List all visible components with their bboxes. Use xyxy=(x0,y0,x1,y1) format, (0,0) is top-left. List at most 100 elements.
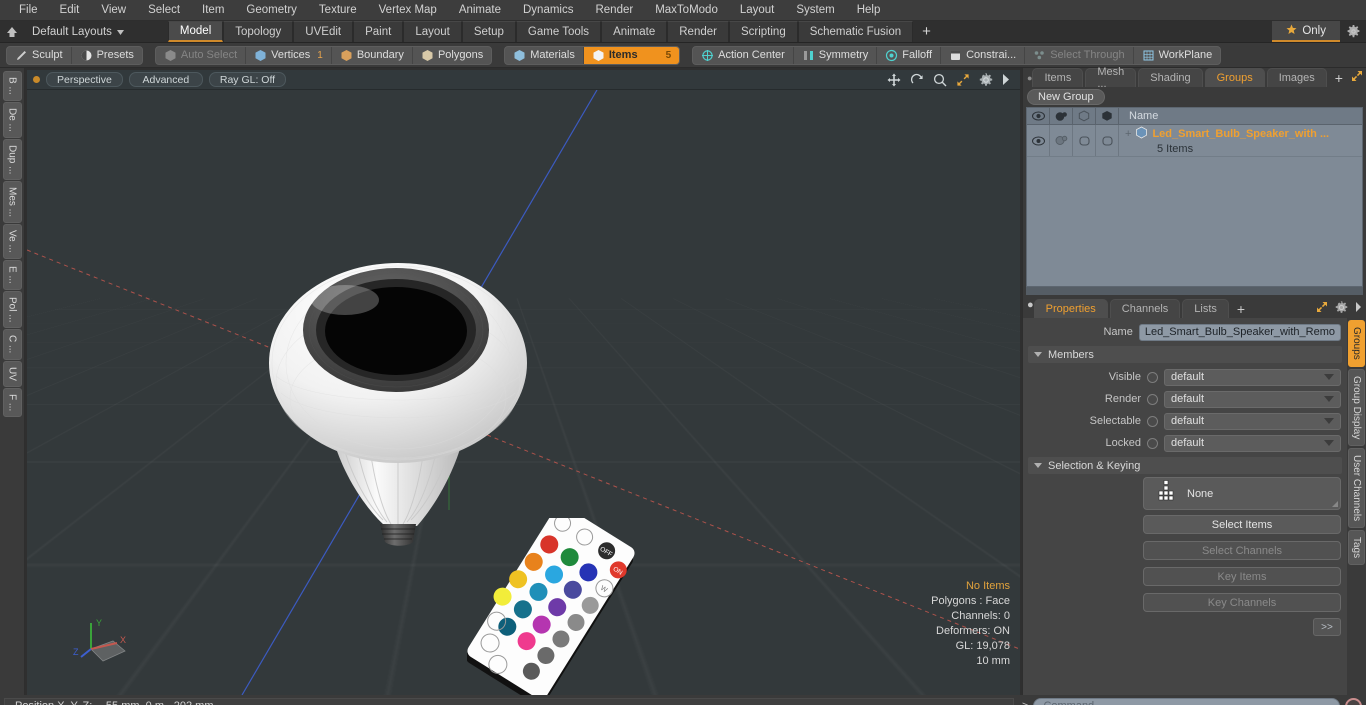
tab-setup[interactable]: Setup xyxy=(461,21,516,42)
menu-item-system[interactable]: System xyxy=(785,0,845,20)
selection-keying-section-header[interactable]: Selection & Keying xyxy=(1028,457,1342,474)
move-icon[interactable] xyxy=(887,73,901,87)
tab-channels[interactable]: Channels xyxy=(1109,299,1181,318)
items-button[interactable]: Items 5 xyxy=(583,46,680,64)
rotate-icon[interactable] xyxy=(910,73,924,87)
expander-icon[interactable]: + xyxy=(1125,128,1131,140)
left-tab-7[interactable]: C ... xyxy=(2,329,22,360)
constraint-button[interactable]: Constrai... xyxy=(941,46,1026,64)
menu-item-maxtomodo[interactable]: MaxToModo xyxy=(644,0,729,20)
panel-tab-groups[interactable]: Groups xyxy=(1204,68,1265,87)
cube-filled-icon[interactable] xyxy=(1096,108,1119,124)
tab-layout[interactable]: Layout xyxy=(403,21,462,42)
members-section-header[interactable]: Members xyxy=(1028,346,1342,363)
selection-picker[interactable]: None xyxy=(1143,477,1341,510)
right-tab-tags[interactable]: Tags xyxy=(1348,530,1365,566)
row-select-toggle[interactable] xyxy=(1073,125,1096,156)
select-items-button[interactable]: Select Items xyxy=(1143,515,1341,534)
selectable-override-toggle[interactable] xyxy=(1147,415,1158,427)
left-tab-4[interactable]: Ve ... xyxy=(2,224,22,259)
menu-item-dynamics[interactable]: Dynamics xyxy=(512,0,584,20)
polygons-button[interactable]: Polygons xyxy=(413,47,491,64)
tab-animate[interactable]: Animate xyxy=(601,21,668,42)
panel-tab-items[interactable]: Items xyxy=(1032,68,1084,87)
falloff-button[interactable]: Falloff xyxy=(877,46,942,64)
render-dropdown[interactable]: default xyxy=(1164,390,1341,408)
menu-item-file[interactable]: File xyxy=(8,0,49,20)
panel-tab-mesh[interactable]: Mesh ... xyxy=(1085,66,1137,90)
menu-item-texture[interactable]: Texture xyxy=(308,0,368,20)
menu-item-item[interactable]: Item xyxy=(191,0,235,20)
viewport-3d[interactable]: OFF ON W No Items Polygons: Face Channe… xyxy=(27,90,1020,695)
tab-model[interactable]: Model xyxy=(167,21,224,42)
properties-menu-icon[interactable]: ● xyxy=(1027,299,1034,318)
cube-outline-icon[interactable] xyxy=(1073,108,1096,124)
left-tab-6[interactable]: Pol ... xyxy=(2,290,22,329)
only-button[interactable]: Only xyxy=(1272,21,1340,42)
visible-dropdown[interactable]: default xyxy=(1164,368,1341,386)
panel-tab-images[interactable]: Images xyxy=(1266,68,1327,87)
viewport-raygl-toggle[interactable]: Ray GL: Off xyxy=(208,72,287,87)
tab-uvedit[interactable]: UVEdit xyxy=(293,21,354,42)
resize-corner-icon[interactable] xyxy=(1332,501,1338,507)
record-icon[interactable] xyxy=(1345,697,1362,705)
left-tab-2[interactable]: Dup ... xyxy=(2,138,22,181)
menu-item-vertex-map[interactable]: Vertex Map xyxy=(368,0,448,20)
right-tab-groups[interactable]: Groups xyxy=(1348,320,1365,367)
row-visible-toggle[interactable] xyxy=(1027,125,1050,156)
new-group-button[interactable]: New Group xyxy=(1027,89,1105,105)
action-center-button[interactable]: Action Center xyxy=(693,46,794,64)
key-items-button[interactable]: Key Items xyxy=(1143,567,1341,586)
menu-item-animate[interactable]: Animate xyxy=(448,0,512,20)
left-tab-0[interactable]: B ... xyxy=(2,71,22,101)
list-item[interactable]: + Led_Smart_Bulb_Speaker_with ... 5 Item… xyxy=(1119,125,1362,156)
left-tab-8[interactable]: UV xyxy=(2,360,22,387)
expand-icon[interactable] xyxy=(1316,301,1328,316)
locked-dropdown[interactable]: default xyxy=(1164,434,1341,452)
viewport-mode-perspective[interactable]: Perspective xyxy=(46,72,123,87)
fit-icon[interactable] xyxy=(956,73,970,87)
gear-icon[interactable] xyxy=(979,72,993,87)
layout-selector[interactable]: Default Layouts xyxy=(24,21,132,42)
auto-select-button[interactable]: Auto Select xyxy=(156,46,247,64)
command-input[interactable]: Command xyxy=(1033,697,1340,705)
tab-scripting[interactable]: Scripting xyxy=(728,21,798,42)
zoom-icon[interactable] xyxy=(933,73,947,87)
render-icon[interactable] xyxy=(1050,108,1073,124)
key-channels-button[interactable]: Key Channels xyxy=(1143,593,1341,612)
panel-tab-shading[interactable]: Shading xyxy=(1138,68,1203,87)
viewport-shading-advanced[interactable]: Advanced xyxy=(128,72,203,87)
materials-button[interactable]: Materials xyxy=(505,46,584,64)
gear-icon[interactable] xyxy=(1335,300,1348,317)
arrow-right-icon[interactable] xyxy=(1355,302,1362,315)
viewport-indicator[interactable] xyxy=(33,76,40,83)
workplane-button[interactable]: WorkPlane xyxy=(1134,47,1221,64)
tab-schematic-fusion[interactable]: Schematic Fusion xyxy=(797,21,914,42)
menu-item-render[interactable]: Render xyxy=(584,0,644,20)
tab-paint[interactable]: Paint xyxy=(353,21,404,42)
properties-add-tab-button[interactable]: + xyxy=(1231,299,1251,318)
arrow-right-icon[interactable] xyxy=(1002,74,1010,85)
name-field[interactable]: Led_Smart_Bulb_Speaker_with_Remo xyxy=(1138,323,1341,341)
menu-item-select[interactable]: Select xyxy=(137,0,191,20)
visible-override-toggle[interactable] xyxy=(1147,371,1158,383)
boundary-button[interactable]: Boundary xyxy=(332,46,413,64)
right-tab-user-channels[interactable]: User Channels xyxy=(1348,448,1365,529)
panel-add-tab-button[interactable]: + xyxy=(1329,68,1349,87)
select-channels-button[interactable]: Select Channels xyxy=(1143,541,1341,560)
group-list[interactable]: Name + Led_Smart_Bulb_Speaker_with ... 5… xyxy=(1026,107,1363,287)
select-through-button[interactable]: Select Through xyxy=(1025,46,1134,64)
tab-lists[interactable]: Lists xyxy=(1182,299,1229,318)
group-list-scrollbar[interactable] xyxy=(1026,287,1363,295)
row-render-toggle[interactable] xyxy=(1050,125,1073,156)
locked-override-toggle[interactable] xyxy=(1147,437,1158,449)
gear-icon[interactable] xyxy=(1340,21,1366,42)
left-tab-5[interactable]: E ... xyxy=(2,259,22,290)
left-tab-1[interactable]: De ... xyxy=(2,101,22,138)
menu-item-layout[interactable]: Layout xyxy=(729,0,786,20)
tab-game-tools[interactable]: Game Tools xyxy=(515,21,602,42)
tab-topology[interactable]: Topology xyxy=(223,21,294,42)
expand-icon[interactable] xyxy=(1351,70,1363,85)
left-tab-9[interactable]: F ... xyxy=(2,387,22,417)
symmetry-button[interactable]: Symmetry xyxy=(794,46,878,64)
